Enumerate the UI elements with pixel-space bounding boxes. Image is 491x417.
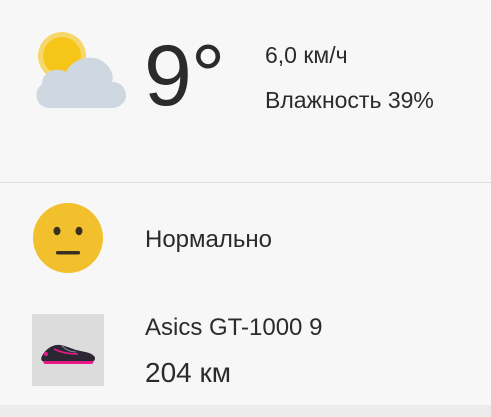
shoe-thumbnail: [32, 314, 104, 386]
feeling-row[interactable]: Нормально: [0, 183, 491, 293]
neutral-face-icon: [33, 203, 103, 273]
weather-section: 9° 6,0 км/ч Влажность 39%: [0, 0, 491, 182]
shoe-distance: 204 км: [145, 357, 231, 388]
bottom-strip: [0, 405, 491, 417]
partly-cloudy-icon: [36, 32, 127, 108]
shoe-name: Asics GT-1000 9: [145, 314, 323, 341]
feeling-label: Нормально: [145, 226, 272, 253]
running-shoe-icon: [41, 344, 96, 364]
temperature: 9°: [144, 28, 225, 124]
humidity: Влажность 39%: [265, 87, 434, 113]
wind-speed: 6,0 км/ч: [265, 42, 348, 68]
shoe-row[interactable]: Asics GT-1000 9 204 км: [0, 293, 491, 403]
